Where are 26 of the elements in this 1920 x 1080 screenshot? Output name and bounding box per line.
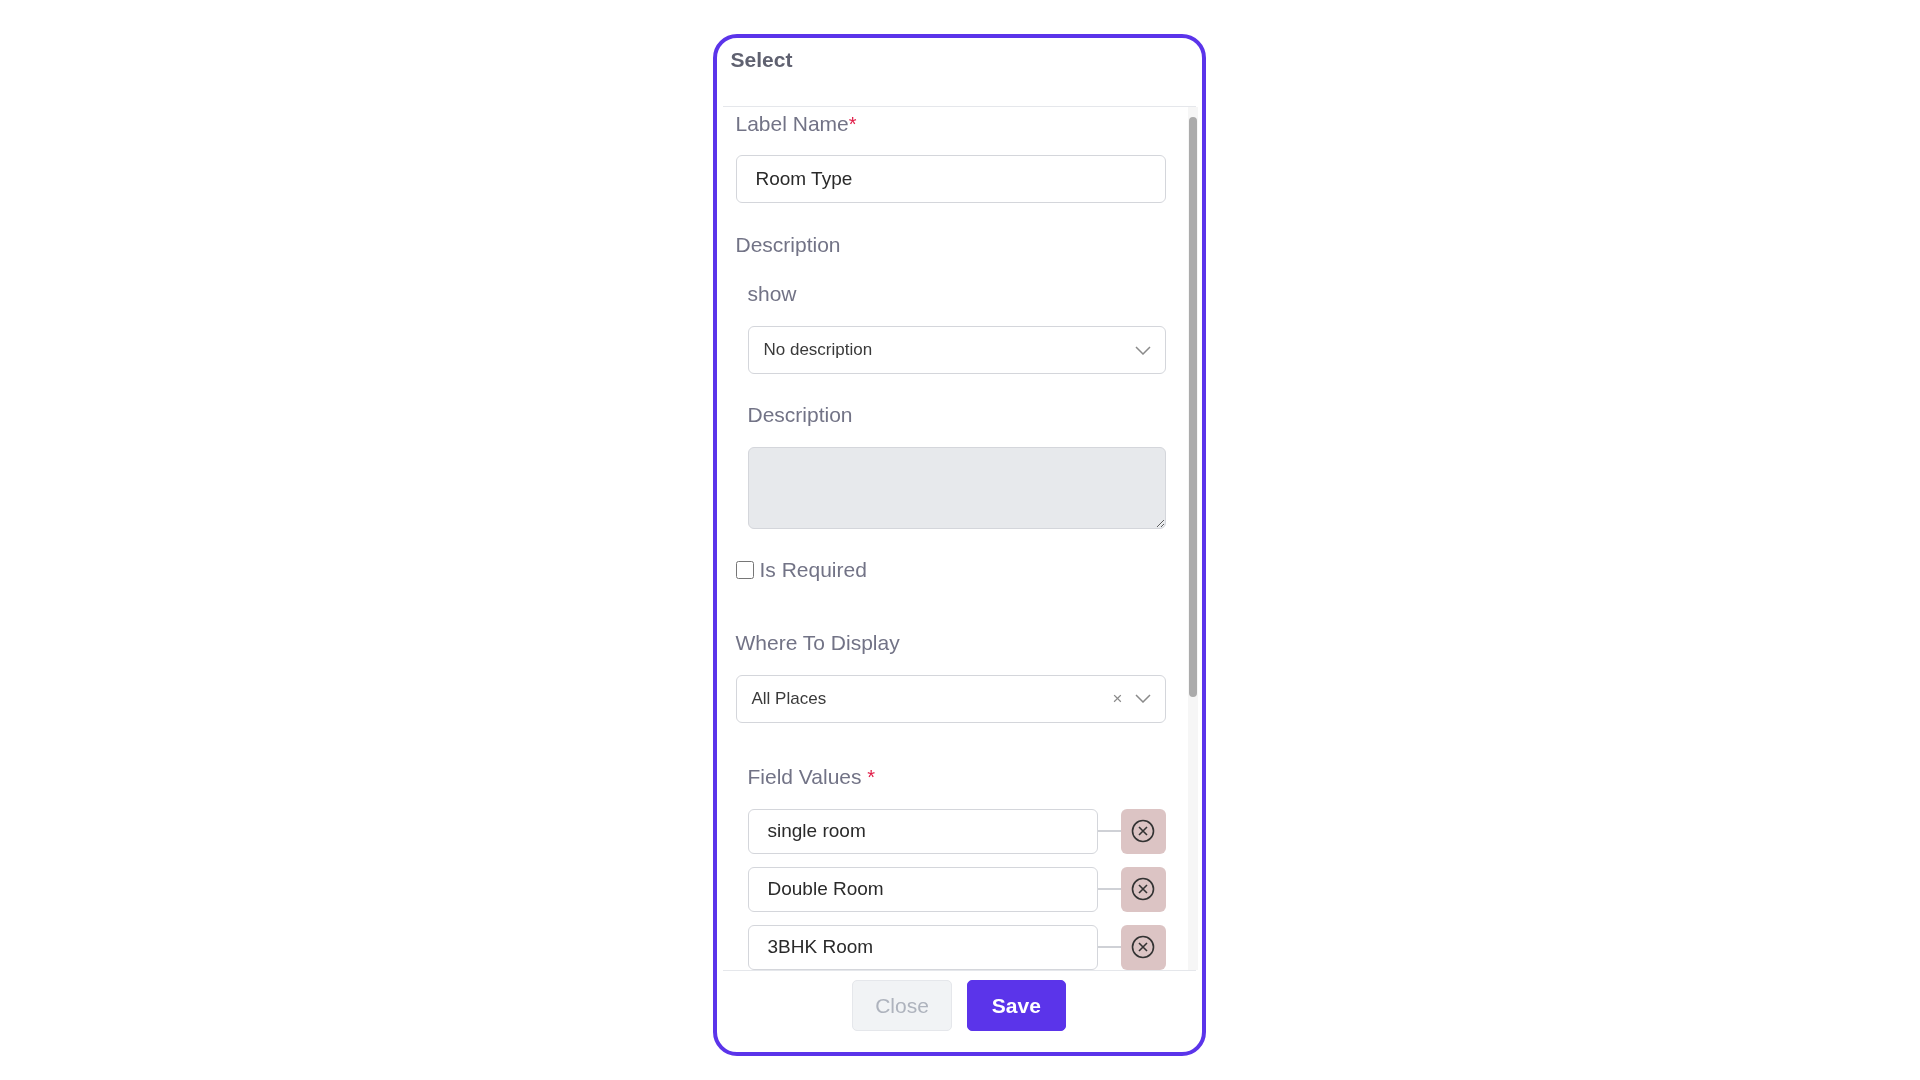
clear-icon[interactable]: ×: [1112, 688, 1123, 709]
select-field[interactable]: No description: [747, 326, 1166, 375]
field-label: Description: [747, 402, 854, 429]
field-label: Label Name*: [735, 111, 858, 137]
save-button[interactable]: Save: [966, 980, 1066, 1031]
remove-button[interactable]: [1120, 867, 1166, 912]
input-field[interactable]: Room Type: [735, 155, 1166, 204]
section-label: Description: [735, 232, 842, 259]
close-circle-icon: [1131, 877, 1155, 902]
checkbox[interactable]: [735, 560, 754, 579]
chevron-down-icon: [1134, 694, 1151, 704]
close-circle-icon: [1131, 819, 1155, 844]
field-label: show: [747, 281, 798, 308]
remove-button[interactable]: [1120, 809, 1166, 854]
value-field[interactable]: Double Room: [747, 867, 1098, 912]
chevron-down-icon: [1134, 345, 1151, 355]
checkbox-label: Is Required: [759, 556, 867, 583]
dialog-title: Select: [730, 47, 794, 73]
value-field[interactable]: 3BHK Room: [747, 925, 1098, 970]
field-label: Field Values *: [747, 764, 877, 790]
remove-button[interactable]: [1120, 925, 1166, 970]
scrollbar[interactable]: [1187, 107, 1198, 970]
field-label: Where To Display: [735, 629, 901, 656]
close-circle-icon: [1131, 935, 1155, 960]
value-field[interactable]: single room: [747, 809, 1098, 854]
select-field[interactable]: All Places ×: [735, 674, 1166, 723]
